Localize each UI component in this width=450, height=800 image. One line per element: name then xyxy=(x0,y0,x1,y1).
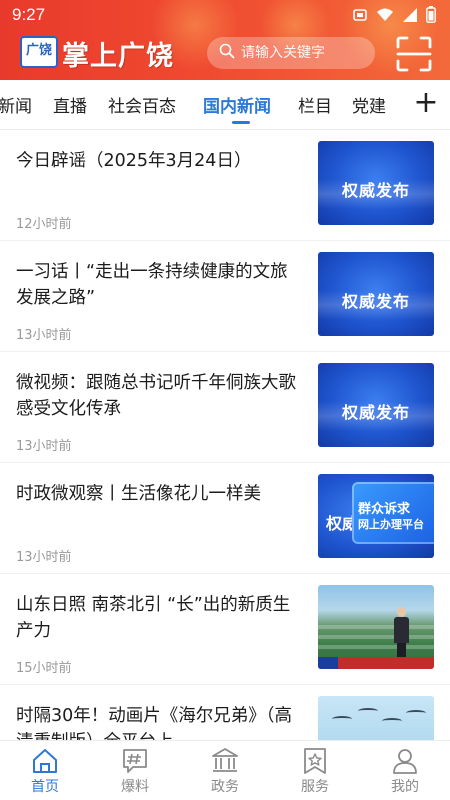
nav-label: 政务 xyxy=(211,779,239,795)
card-line-2: 网上办理平台 xyxy=(358,518,424,531)
category-tabs: 新闻 直播 社会百态 国内新闻 栏目 党建 + xyxy=(0,80,450,130)
news-item[interactable]: 微视频：跟随总书记听千年侗族大歌感受文化传承 13小时前 权威发布 xyxy=(0,352,450,463)
home-icon xyxy=(33,749,57,773)
news-time: 13小时前 xyxy=(16,550,72,565)
news-thumbnail: 权威发布 群众诉求 网上办理平台 xyxy=(318,474,434,558)
thumbnail-label: 权威发布 xyxy=(341,403,410,422)
news-item[interactable]: 时政微观察丨生活像花儿一样美 13小时前 权威发布 群众诉求 网上办理平台 xyxy=(0,463,450,574)
app-logo: 广饶 xyxy=(20,36,58,68)
news-title: 微视频：跟随总书记听千年侗族大歌感受文化传承 xyxy=(16,373,296,419)
news-item[interactable]: 时隔30年！动画片《海尔兄弟》（高清重制版）全平台上 xyxy=(0,685,450,740)
nav-label: 爆料 xyxy=(121,779,149,795)
active-tab-indicator xyxy=(232,121,250,124)
nav-label: 服务 xyxy=(301,779,329,795)
search-icon xyxy=(219,43,235,63)
status-bar: 9:27 xyxy=(0,0,450,30)
news-time: 12小时前 xyxy=(16,217,72,232)
bottom-navigation: 首页 爆料 政务 服务 我的 xyxy=(0,740,450,800)
scan-button[interactable] xyxy=(396,36,432,72)
signal-icon xyxy=(402,7,418,27)
user-icon xyxy=(393,749,417,774)
tab-party-building[interactable]: 党建 xyxy=(352,92,386,117)
status-icons xyxy=(352,6,436,27)
news-thumbnail-photo xyxy=(318,696,434,740)
news-time: 13小时前 xyxy=(16,328,72,343)
news-title: 山东日照 南茶北引 “长”出的新质生产力 xyxy=(16,595,291,641)
nav-services[interactable]: 服务 xyxy=(270,741,360,800)
news-title: 今日辟谣（2025年3月24日） xyxy=(16,151,252,171)
news-item[interactable]: 一习话丨“走出一条持续健康的文旅发展之路” 13小时前 权威发布 xyxy=(0,241,450,352)
nav-label: 我的 xyxy=(391,779,419,795)
news-feed: 今日辟谣（2025年3月24日） 12小时前 权威发布 一习话丨“走出一条持续健… xyxy=(0,130,450,740)
thumbnail-label: 权威发布 xyxy=(341,292,410,311)
nav-profile[interactable]: 我的 xyxy=(360,741,450,800)
complaint-platform-card: 群众诉求 网上办理平台 xyxy=(352,482,434,544)
news-item[interactable]: 山东日照 南茶北引 “长”出的新质生产力 15小时前 xyxy=(0,574,450,685)
card-line-1: 群众诉求 xyxy=(358,502,411,517)
news-thumbnail: 权威发布 xyxy=(318,363,434,447)
status-time: 9:27 xyxy=(12,5,46,24)
tab-live[interactable]: 直播 xyxy=(53,92,87,117)
reporter-figure xyxy=(394,607,409,659)
nav-government[interactable]: 政务 xyxy=(180,741,270,800)
wifi-icon xyxy=(376,7,394,27)
news-title: 时政微观察丨生活像花儿一样美 xyxy=(16,484,261,504)
nav-label: 首页 xyxy=(31,779,59,795)
tab-domestic-news[interactable]: 国内新闻 xyxy=(203,92,271,117)
tab-news[interactable]: 新闻 xyxy=(0,92,32,117)
thumbnail-label: 权威发布 xyxy=(341,181,410,200)
battery-icon xyxy=(426,6,436,27)
news-time: 15小时前 xyxy=(16,661,72,676)
news-thumbnail: 权威发布 xyxy=(318,141,434,225)
news-item[interactable]: 今日辟谣（2025年3月24日） 12小时前 权威发布 xyxy=(0,130,450,241)
app-header: 9:27 广饶 掌上广饶 xyxy=(0,0,450,80)
app-name: 掌上广饶 xyxy=(62,41,174,72)
news-thumbnail-photo xyxy=(318,585,434,669)
search-input[interactable] xyxy=(241,45,371,61)
news-thumbnail: 权威发布 xyxy=(318,252,434,336)
news-title: 一习话丨“走出一条持续健康的文旅发展之路” xyxy=(16,262,288,308)
scan-icon xyxy=(396,36,432,72)
add-tab-button[interactable]: + xyxy=(412,88,440,120)
nav-home[interactable]: 首页 xyxy=(0,741,90,800)
hashtag-chat-icon xyxy=(123,749,147,773)
news-time: 13小时前 xyxy=(16,439,72,454)
news-title: 时隔30年！动画片《海尔兄弟》（高清重制版）全平台上 xyxy=(16,706,293,740)
government-building-icon xyxy=(212,748,238,772)
notification-icon xyxy=(352,7,368,27)
star-bookmark-icon xyxy=(304,748,326,774)
tab-columns[interactable]: 栏目 xyxy=(298,92,332,117)
nav-report[interactable]: 爆料 xyxy=(90,741,180,800)
tab-society[interactable]: 社会百态 xyxy=(108,92,176,117)
search-bar[interactable] xyxy=(207,37,375,69)
